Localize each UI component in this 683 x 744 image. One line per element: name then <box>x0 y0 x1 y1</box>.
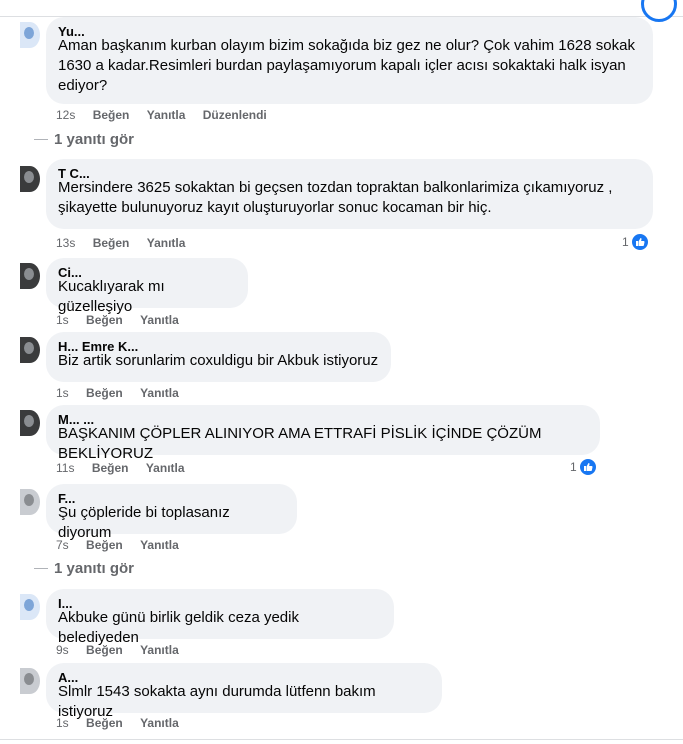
reply-button[interactable]: Yanıtla <box>146 461 185 475</box>
reply-dash <box>34 568 48 569</box>
comment-actions: 9s Beğen Yanıtla <box>56 643 193 657</box>
comment-text: Mersindere 3625 sokaktan bi geçsen tozda… <box>58 179 613 216</box>
avatar[interactable] <box>20 594 40 620</box>
avatar[interactable] <box>20 410 40 436</box>
avatar[interactable] <box>20 668 40 694</box>
comment-actions: 1s Beğen Yanıtla <box>56 386 193 400</box>
reply-button[interactable]: Yanıtla <box>147 236 186 250</box>
like-button[interactable]: Beğen <box>86 716 123 730</box>
comment-text: Aman başkanım kurban olayım bizim sokağı… <box>58 37 635 94</box>
avatar[interactable] <box>20 337 40 363</box>
edited-label: Düzenlendi <box>202 108 267 122</box>
avatar[interactable] <box>20 489 40 515</box>
comment-time[interactable]: 7s <box>56 538 69 552</box>
comment-bubble: A... Slmlr 1543 sokakta aynı durumda lüt… <box>46 663 442 720</box>
reaction-count: 1 <box>622 235 629 249</box>
reply-dash <box>34 139 48 140</box>
like-button[interactable]: Beğen <box>86 643 123 657</box>
comment-actions: 1s Beğen Yanıtla <box>56 716 193 730</box>
reply-button[interactable]: Yanıtla <box>140 643 179 657</box>
comment-time[interactable]: 13s <box>56 236 75 250</box>
comment-text: Akbuke günü birlik geldik ceza yedik bel… <box>58 609 299 646</box>
comment-actions: 11s Beğen Yanıtla <box>56 461 199 475</box>
avatar[interactable] <box>20 263 40 289</box>
thumbs-up-icon <box>578 458 597 476</box>
comment-bubble: I... Akbuke günü birlik geldik ceza yedi… <box>46 589 394 646</box>
comment-time[interactable]: 9s <box>56 643 69 657</box>
reply-button[interactable]: Yanıtla <box>140 538 179 552</box>
comment-time[interactable]: 11s <box>56 461 74 475</box>
comment-bubble: H... Emre K... Biz artik sorunlarim coxu… <box>46 332 391 382</box>
comment-actions: 13s Beğen Yanıtla <box>56 236 199 250</box>
account-avatar[interactable] <box>641 0 677 22</box>
comment-bubble: M... ... BAŞKANIM ÇÖPLER ALINIYOR AMA ET… <box>46 405 600 462</box>
reaction-summary[interactable]: 1 <box>570 458 597 476</box>
comment-bubble: T Ç... Mersindere 3625 sokaktan bi geçse… <box>46 159 653 229</box>
comment-author[interactable]: Ci... <box>58 265 236 277</box>
comment-actions: 7s Beğen Yanıtla <box>56 538 193 552</box>
comment-time[interactable]: 1s <box>56 386 69 400</box>
avatar[interactable] <box>20 166 40 192</box>
comment-author[interactable]: F... <box>58 491 285 503</box>
thumbs-up-icon <box>630 233 649 251</box>
like-button[interactable]: Beğen <box>86 313 123 327</box>
like-button[interactable]: Beğen <box>93 236 130 250</box>
avatar[interactable] <box>20 22 40 48</box>
view-replies-link[interactable]: 1 yanıtı gör <box>34 560 134 577</box>
comment-text: Biz artik sorunlarim coxuldigu bir Akbuk… <box>58 352 379 369</box>
reply-button[interactable]: Yanıtla <box>147 108 186 122</box>
reply-button[interactable]: Yanıtla <box>140 716 179 730</box>
comment-text: BAŞKANIM ÇÖPLER ALINIYOR AMA ETTRAFİ PİS… <box>58 425 542 462</box>
comment-time[interactable]: 1s <box>56 716 69 730</box>
like-button[interactable]: Beğen <box>86 538 123 552</box>
comment-author[interactable]: T Ç... <box>58 166 641 178</box>
comment-bubble: F... Şu çöpleride bi toplasanız diyorum <box>46 484 297 541</box>
bottom-divider <box>0 739 683 740</box>
comment-author[interactable]: I... <box>58 596 382 608</box>
view-replies-link[interactable]: 1 yanıtı gör <box>34 131 134 148</box>
comment-bubble: Yu... Aman başkanım kurban olayım bizim … <box>46 17 653 104</box>
reply-button[interactable]: Yanıtla <box>140 386 179 400</box>
comment-author[interactable]: Yu... <box>58 24 641 36</box>
comment-text: Kucaklıyarak mı güzelleşiyo <box>58 278 165 315</box>
comment-author[interactable]: A... <box>58 670 430 682</box>
comment-bubble: Ci... Kucaklıyarak mı güzelleşiyo <box>46 258 248 315</box>
comment-author[interactable]: M... ... <box>58 412 588 424</box>
reply-button[interactable]: Yanıtla <box>140 313 179 327</box>
comment-time[interactable]: 12s <box>56 108 75 122</box>
comment-text: Şu çöpleride bi toplasanız diyorum <box>58 504 230 541</box>
like-button[interactable]: Beğen <box>86 386 123 400</box>
view-replies-label[interactable]: 1 yanıtı gör <box>54 131 134 148</box>
comment-actions: 1s Beğen Yanıtla <box>56 313 193 327</box>
view-replies-label[interactable]: 1 yanıtı gör <box>54 560 134 577</box>
reaction-count: 1 <box>570 460 577 474</box>
comment-actions: 12s Beğen Yanıtla Düzenlendi <box>56 108 281 122</box>
comment-time[interactable]: 1s <box>56 313 69 327</box>
reaction-summary[interactable]: 1 <box>622 233 649 251</box>
like-button[interactable]: Beğen <box>93 108 130 122</box>
like-button[interactable]: Beğen <box>92 461 129 475</box>
comment-author[interactable]: H... Emre K... <box>58 339 379 351</box>
